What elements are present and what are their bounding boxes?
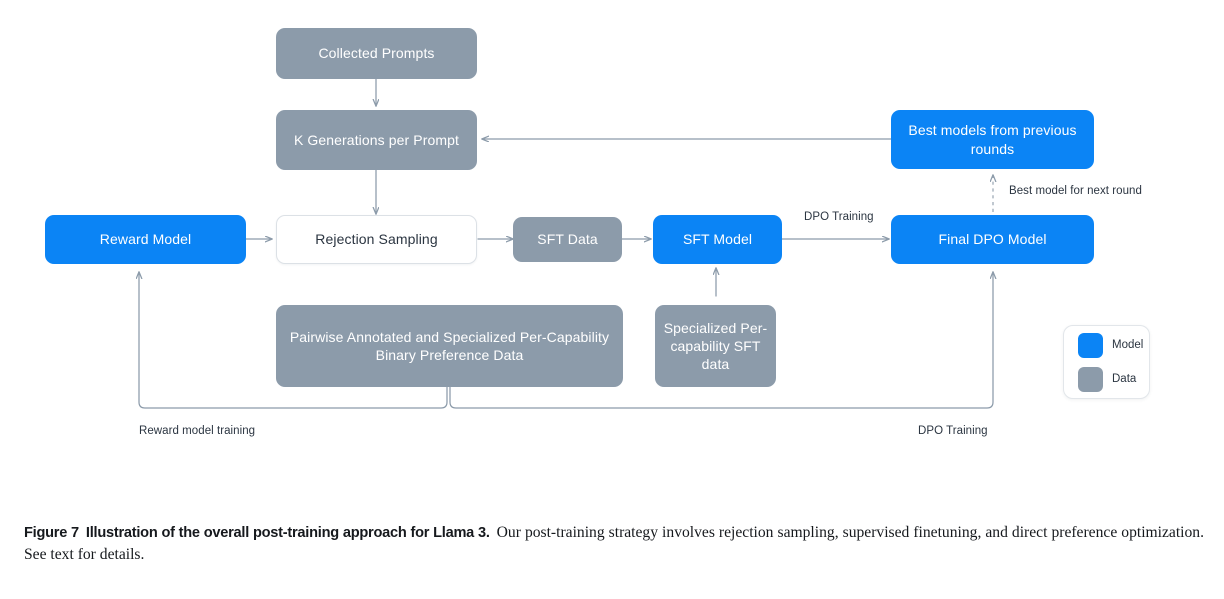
figure-7-container: Collected Prompts K Generations per Prom…	[0, 0, 1224, 599]
node-best-models-previous-rounds[interactable]: Best models from previous rounds	[891, 110, 1094, 169]
legend-label-data: Data	[1112, 373, 1137, 385]
node-sft-model[interactable]: SFT Model	[653, 215, 782, 264]
label-dpo-training-bottom: DPO Training	[918, 425, 988, 437]
legend-item-data: Data	[1078, 366, 1137, 392]
node-collected-prompts[interactable]: Collected Prompts	[276, 28, 477, 79]
figure-caption: Figure 7 Illustration of the overall post…	[24, 522, 1204, 566]
caption-figure-number: Figure 7	[24, 525, 79, 541]
node-rejection-sampling[interactable]: Rejection Sampling	[276, 215, 477, 264]
node-pairwise-preference-data[interactable]: Pairwise Annotated and Specialized Per-C…	[276, 305, 623, 387]
legend-label-model: Model	[1112, 339, 1144, 351]
node-sft-data[interactable]: SFT Data	[513, 217, 622, 262]
legend: Model Data	[1063, 325, 1150, 399]
node-reward-model[interactable]: Reward Model	[45, 215, 246, 264]
diagram-canvas: Collected Prompts K Generations per Prom…	[0, 0, 1224, 470]
label-dpo-training-top: DPO Training	[804, 211, 874, 223]
legend-item-model: Model	[1078, 332, 1143, 358]
node-k-generations-per-prompt[interactable]: K Generations per Prompt	[276, 110, 477, 170]
label-best-model-next-round: Best model for next round	[1009, 185, 1142, 197]
label-reward-model-training: Reward model training	[139, 425, 256, 437]
caption-title: Illustration of the overall post-trainin…	[85, 525, 490, 541]
node-specialized-sft-data[interactable]: Specialized Per-capability SFT data	[655, 305, 776, 387]
node-final-dpo-model[interactable]: Final DPO Model	[891, 215, 1094, 264]
legend-swatch-data	[1078, 366, 1103, 392]
legend-swatch-model	[1078, 332, 1103, 358]
